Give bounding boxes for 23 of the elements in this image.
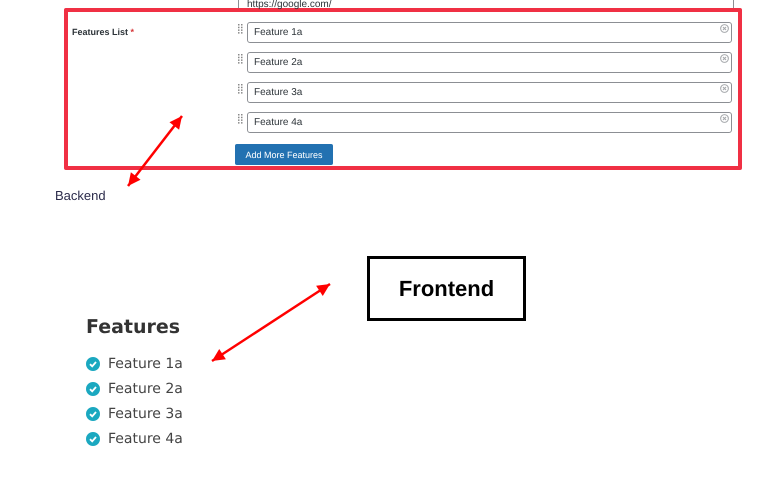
- double-arrow: [127, 115, 183, 187]
- section-heading: Features: [86, 316, 182, 338]
- feature-item: Feature 3a: [108, 406, 183, 422]
- annotation-label: Frontend: [367, 256, 526, 321]
- feature-item: Feature 1a: [108, 356, 183, 372]
- input-field[interactable]: Feature 2a: [247, 52, 732, 73]
- input-field[interactable]: Feature 4a: [247, 112, 732, 133]
- drag-handle-icon[interactable]: [238, 84, 243, 94]
- drag-handle-icon[interactable]: [238, 114, 243, 124]
- clear-icon[interactable]: [720, 24, 729, 33]
- feature-item: Feature 2a: [108, 381, 183, 397]
- field-label: Features List *: [72, 27, 134, 37]
- clear-icon[interactable]: [720, 114, 729, 123]
- clear-icon[interactable]: [720, 84, 729, 93]
- clear-icon[interactable]: [720, 54, 729, 63]
- url-field[interactable]: https://google.com/: [238, 0, 734, 12]
- input-field[interactable]: Feature 3a: [247, 82, 732, 103]
- annotation-label: Backend: [55, 188, 107, 203]
- drag-handle-icon[interactable]: [238, 24, 243, 34]
- add-more-button[interactable]: Add More Features: [235, 144, 333, 165]
- drag-handle-icon[interactable]: [238, 54, 243, 64]
- input-field[interactable]: Feature 1a: [247, 22, 732, 43]
- feature-item: Feature 4a: [108, 431, 183, 447]
